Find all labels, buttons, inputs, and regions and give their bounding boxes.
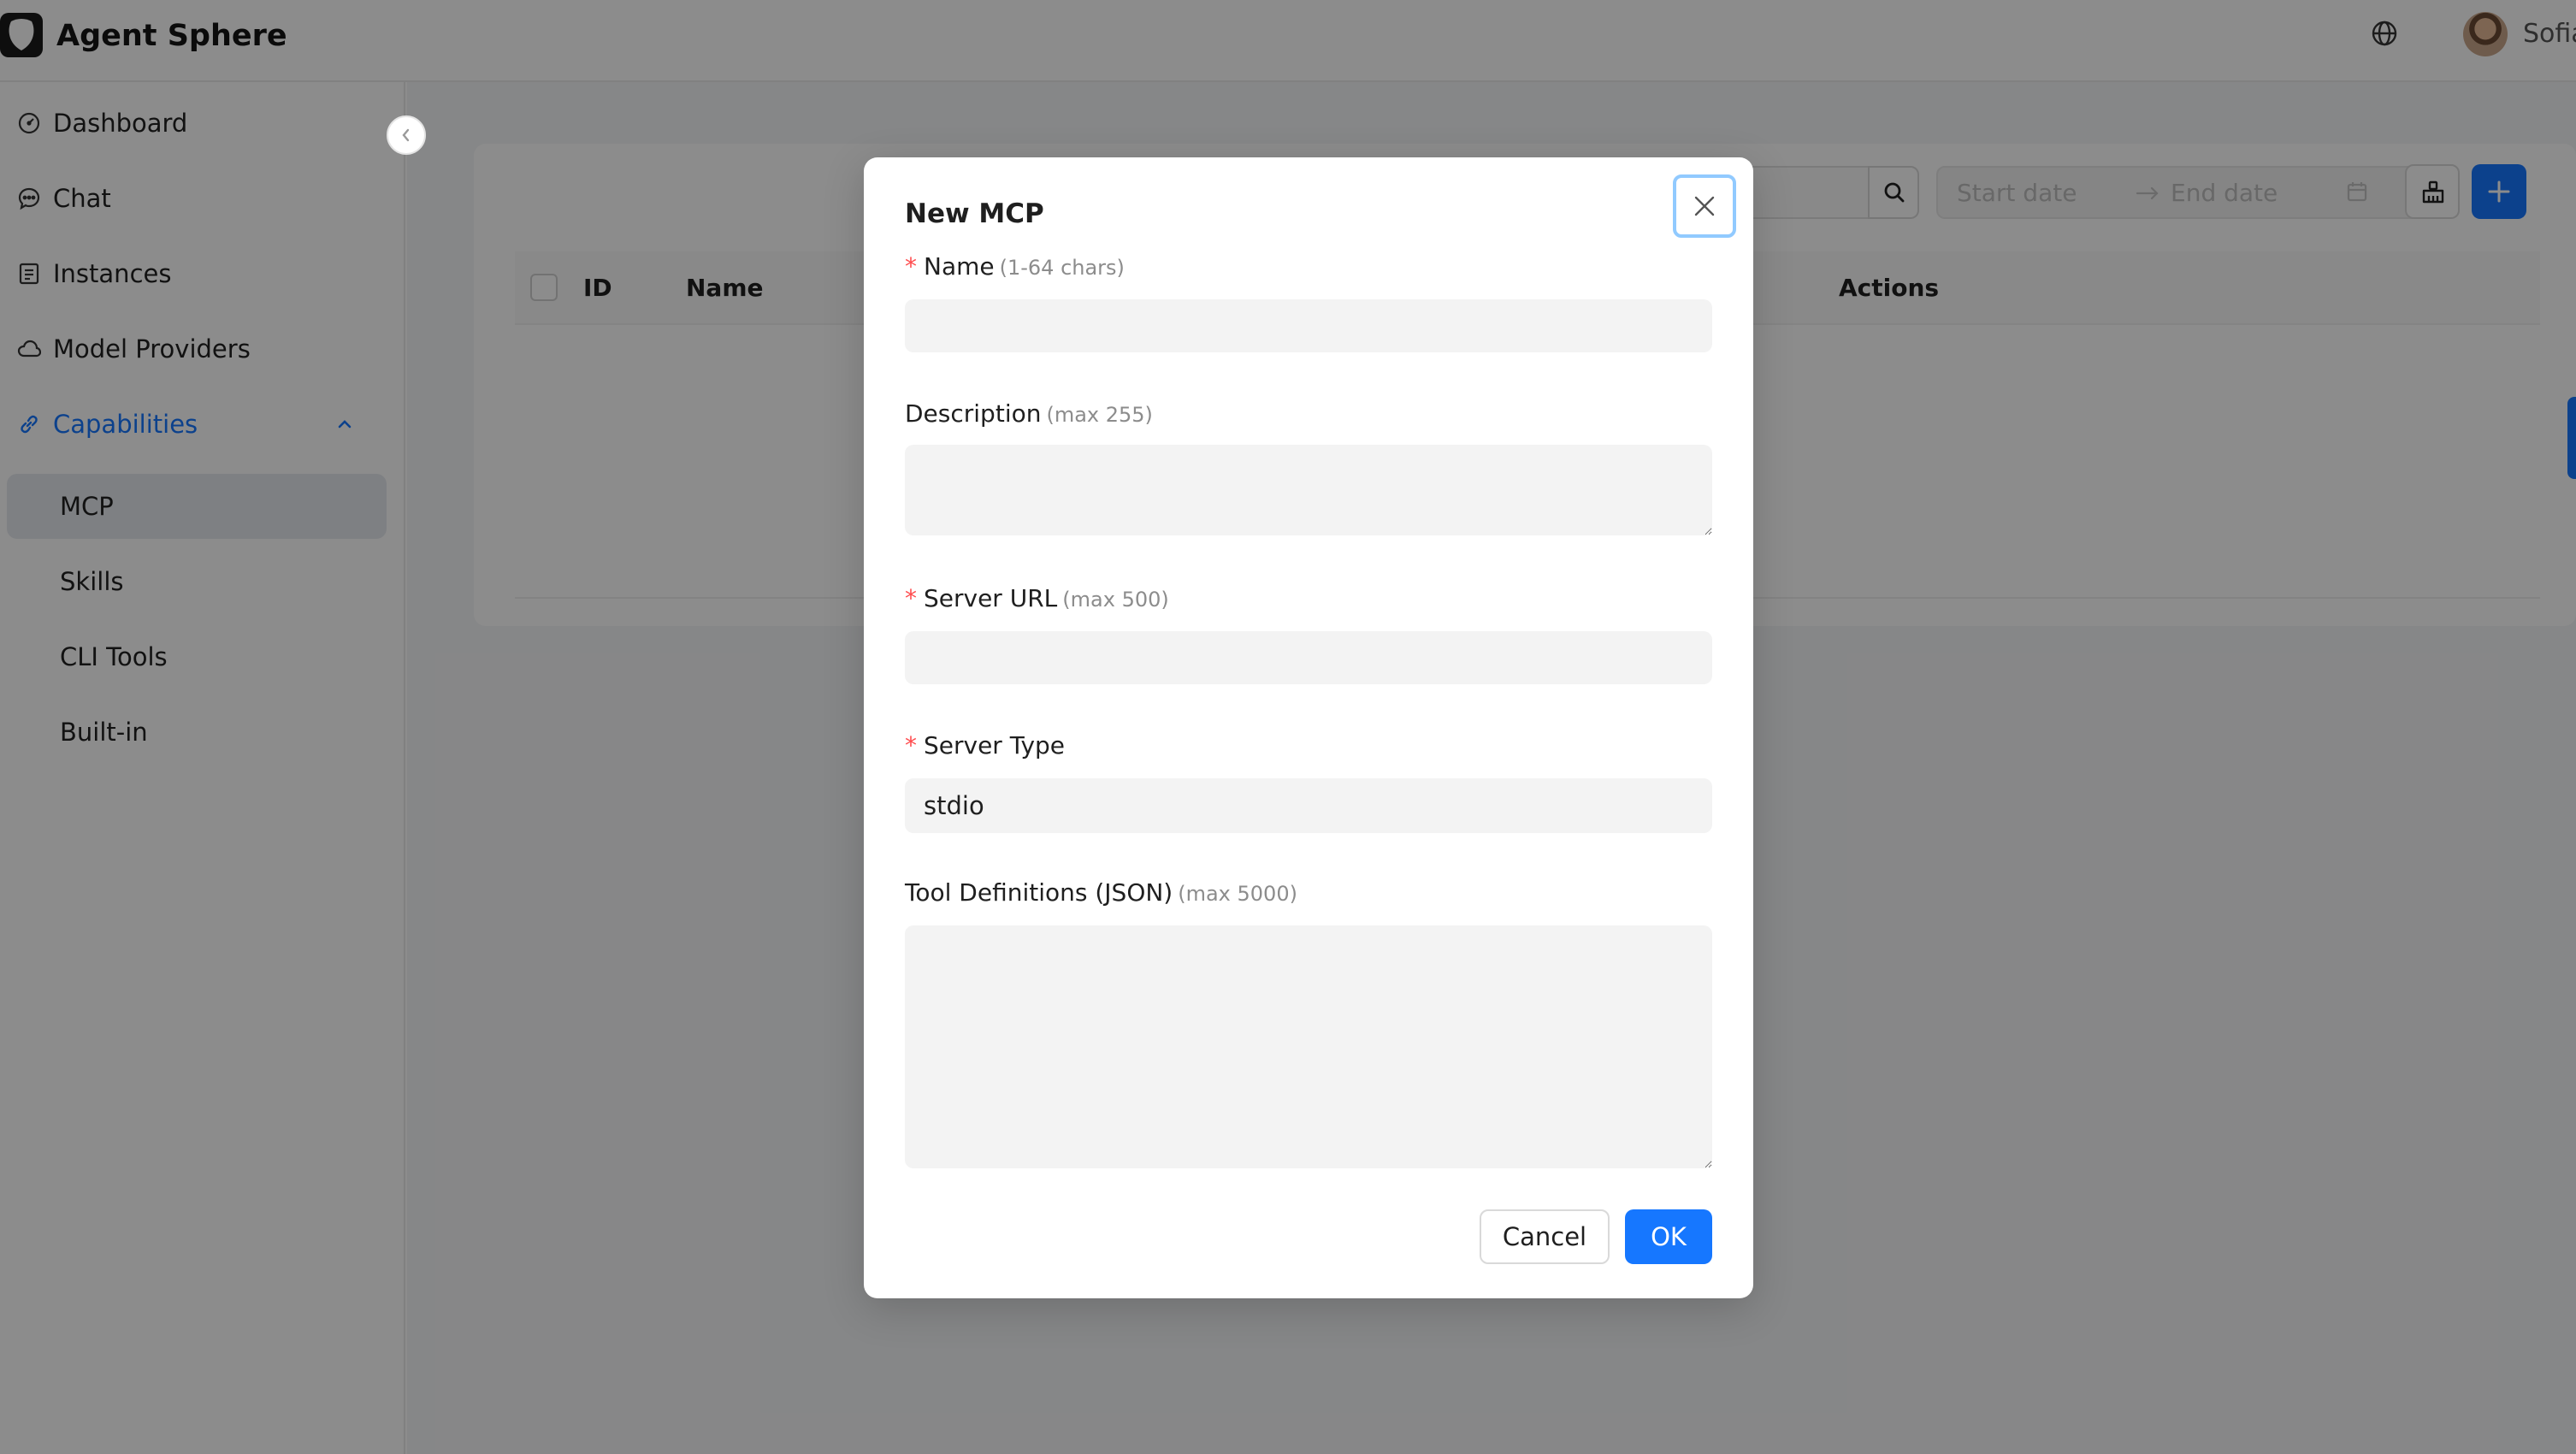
modal-title: New MCP bbox=[905, 198, 1044, 229]
tool-definitions-hint: (max 5000) bbox=[1178, 882, 1297, 906]
description-hint: (max 255) bbox=[1046, 403, 1153, 427]
close-button[interactable] bbox=[1673, 174, 1736, 238]
new-mcp-modal: New MCP * Name (1-64 chars) Description (ma… bbox=[864, 157, 1753, 1298]
description-textarea[interactable] bbox=[905, 445, 1712, 535]
name-label: * Name (1-64 chars) bbox=[905, 252, 1125, 281]
required-mark: * bbox=[905, 252, 917, 281]
ok-button[interactable]: OK bbox=[1625, 1209, 1712, 1264]
close-icon bbox=[1693, 194, 1716, 218]
server-url-label: * Server URL (max 500) bbox=[905, 584, 1169, 612]
sidebar-collapse-button[interactable] bbox=[387, 115, 426, 155]
server-type-label: * Server Type bbox=[905, 731, 1066, 760]
description-label: Description (max 255) bbox=[905, 399, 1153, 428]
server-type-value: stdio bbox=[924, 791, 984, 820]
tool-definitions-textarea[interactable] bbox=[905, 925, 1712, 1168]
required-mark: * bbox=[905, 731, 917, 760]
tool-definitions-label: Tool Definitions (JSON) (max 5000) bbox=[905, 878, 1297, 907]
server-type-select[interactable]: stdio bbox=[905, 778, 1712, 833]
server-url-input[interactable] bbox=[905, 631, 1712, 684]
chevron-left-icon bbox=[398, 127, 415, 144]
required-mark: * bbox=[905, 584, 917, 612]
name-hint: (1-64 chars) bbox=[999, 256, 1125, 280]
name-input[interactable] bbox=[905, 299, 1712, 352]
cancel-button[interactable]: Cancel bbox=[1480, 1209, 1610, 1264]
server-url-hint: (max 500) bbox=[1062, 588, 1169, 612]
